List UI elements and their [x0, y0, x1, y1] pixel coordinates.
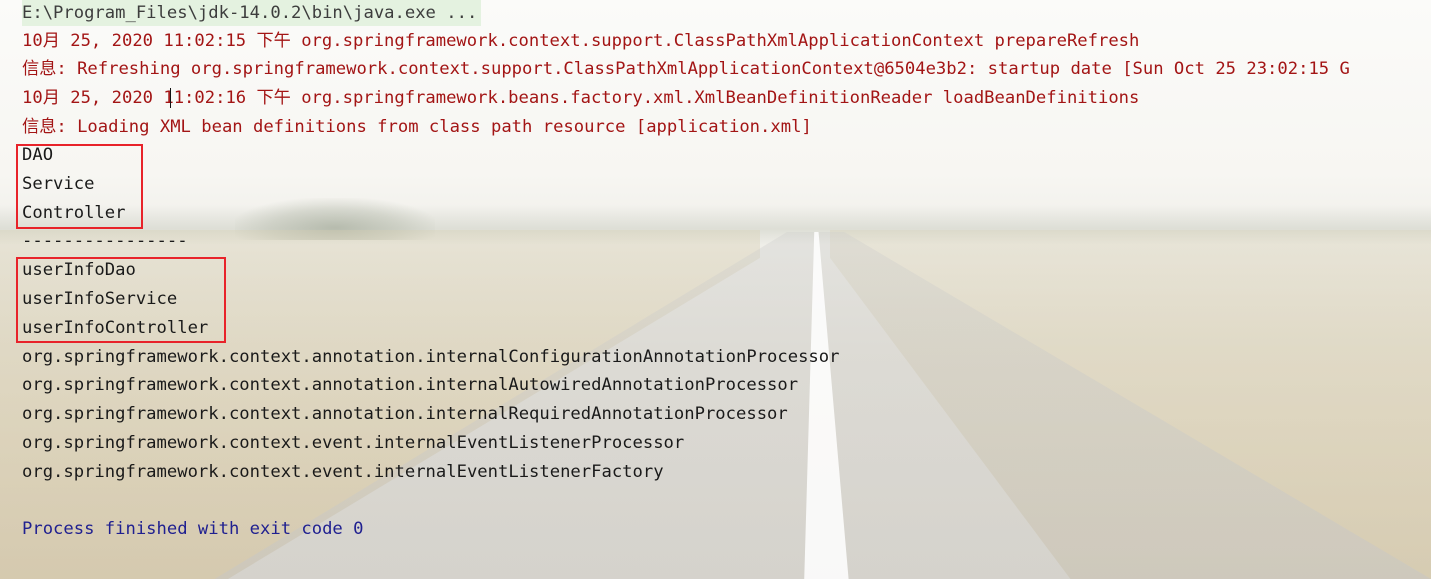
log-line: 信息: Refreshing org.springframework.conte…	[22, 59, 1350, 79]
log-line: 10月 25, 2020 11:02:16 下午 org.springframe…	[22, 88, 1140, 108]
bean-name-line: org.springframework.context.annotation.i…	[22, 404, 788, 424]
log-line: 信息: Loading XML bean definitions from cl…	[22, 117, 812, 137]
bean-name-line: org.springframework.context.annotation.i…	[22, 347, 840, 367]
command-line[interactable]: E:\Program_Files\jdk-14.0.2\bin\java.exe…	[22, 0, 482, 26]
bean-name-line: org.springframework.context.annotation.i…	[22, 375, 799, 395]
console-output[interactable]: E:\Program_Files\jdk-14.0.2\bin\java.exe…	[22, 0, 1431, 539]
highlight-box-group1	[16, 144, 143, 229]
highlight-box-group2	[16, 257, 226, 343]
text-caret	[170, 88, 171, 108]
exit-message: Process finished with exit code 0	[22, 519, 364, 539]
run-console: E:\Program_Files\jdk-14.0.2\bin\java.exe…	[0, 0, 1431, 579]
bean-name-line: org.springframework.context.event.intern…	[22, 433, 685, 453]
bean-name-line: org.springframework.context.event.intern…	[22, 462, 664, 482]
separator-line: ----------------	[22, 231, 188, 251]
log-line: 10月 25, 2020 11:02:15 下午 org.springframe…	[22, 31, 1140, 51]
